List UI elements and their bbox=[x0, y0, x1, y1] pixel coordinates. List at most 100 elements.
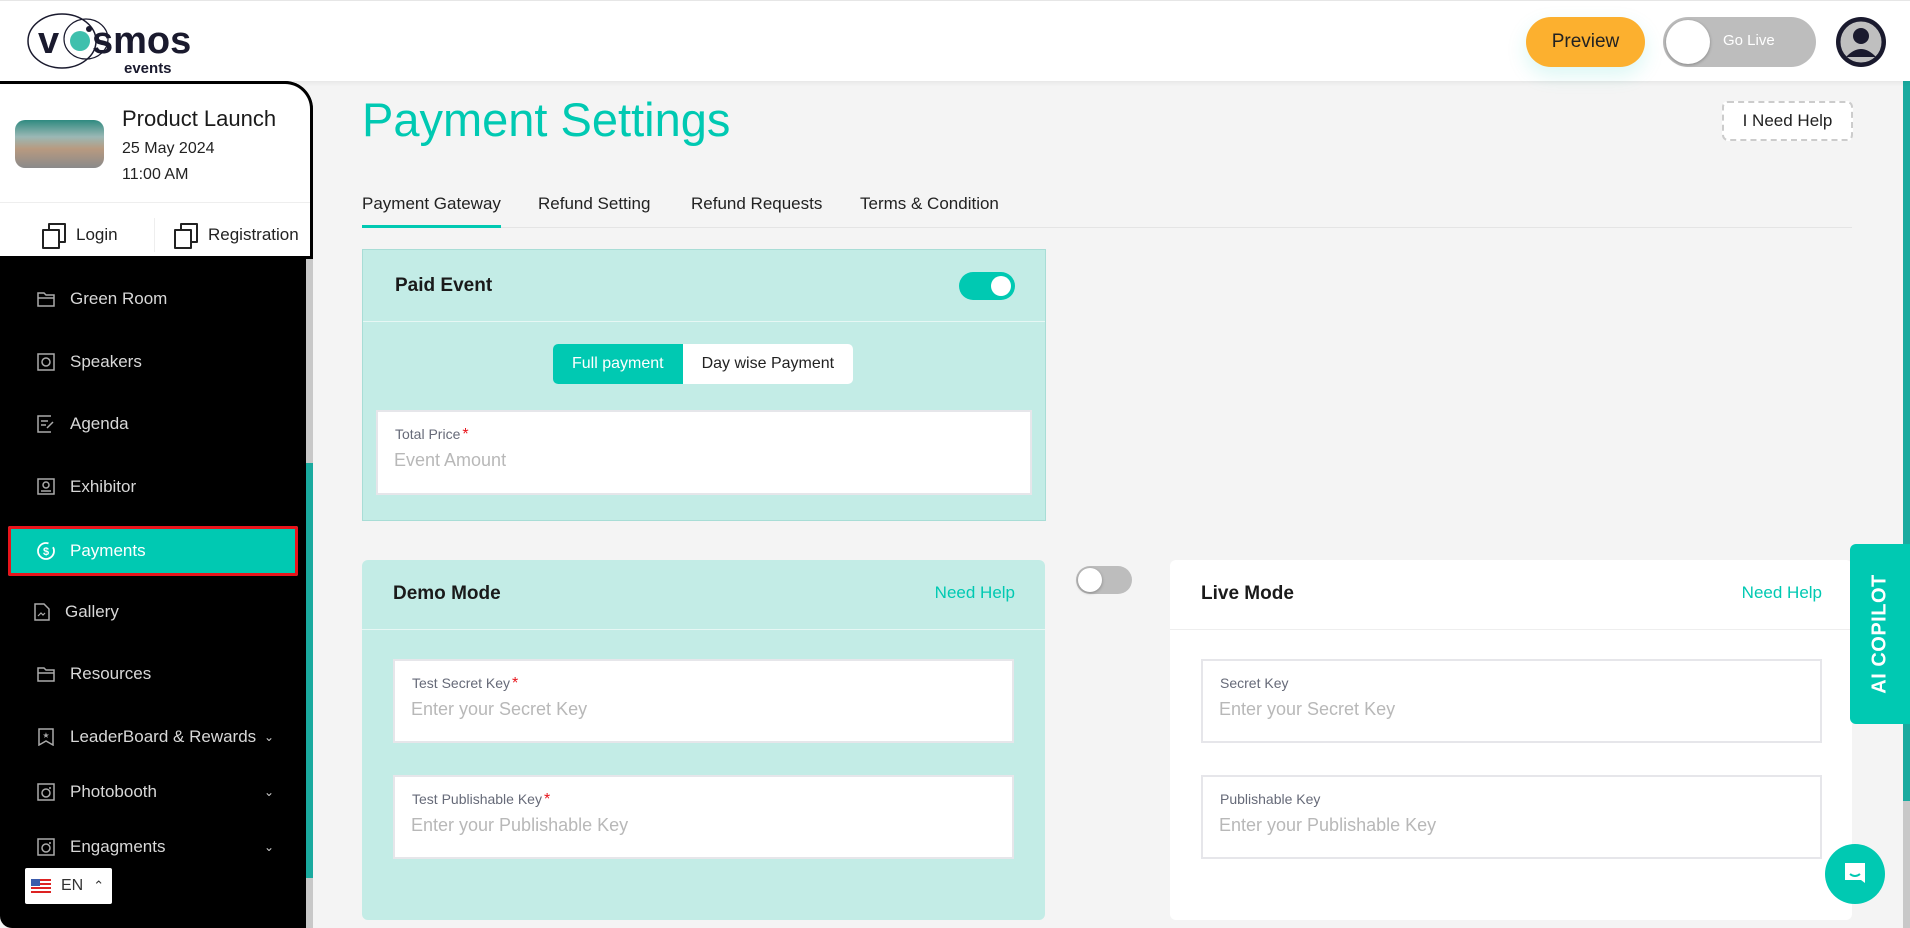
chat-launcher-button[interactable] bbox=[1825, 844, 1885, 904]
field-label: Test Secret Key * bbox=[412, 675, 519, 692]
user-avatar[interactable] bbox=[1836, 17, 1886, 67]
paid-event-title: Paid Event bbox=[395, 275, 493, 296]
sidebar-item-exhibitor[interactable]: Exhibitor bbox=[8, 464, 298, 510]
go-live-label: Go Live bbox=[1723, 32, 1775, 49]
chevron-down-icon[interactable]: ⌄ bbox=[264, 785, 274, 799]
i-need-help-button[interactable]: I Need Help bbox=[1722, 101, 1853, 141]
full-payment-button[interactable]: Full payment bbox=[553, 344, 683, 384]
chevron-up-icon: ⌃ bbox=[93, 878, 105, 893]
toggle-knob bbox=[1078, 568, 1102, 592]
language-selector[interactable]: EN ⌃ bbox=[25, 868, 112, 904]
sidebar-item-resources[interactable]: Resources bbox=[8, 651, 298, 697]
chat-icon bbox=[1845, 863, 1865, 883]
secret-key-field: Secret Key bbox=[1201, 659, 1822, 743]
go-live-toggle[interactable]: Go Live bbox=[1663, 17, 1816, 67]
test-secret-key-input[interactable] bbox=[411, 699, 967, 720]
sidebar-item-leaderboard[interactable]: ★ LeaderBoard & Rewards ⌄ bbox=[8, 714, 298, 760]
field-label: Secret Key bbox=[1220, 675, 1289, 691]
ai-copilot-label: AI COPILOT bbox=[1868, 574, 1891, 694]
sidebar: Product Launch 25 May 2024 11:00 AM Logi… bbox=[0, 81, 313, 928]
test-publishable-key-input[interactable] bbox=[411, 815, 967, 836]
total-price-input[interactable] bbox=[394, 450, 981, 471]
page-title: Payment Settings bbox=[362, 93, 731, 146]
sidebar-item-label: Green Room bbox=[70, 289, 168, 308]
copy-icon bbox=[42, 223, 66, 249]
registration-label: Registration bbox=[208, 225, 299, 244]
tab-refund-setting[interactable]: Refund Setting bbox=[538, 194, 650, 228]
camera-icon bbox=[36, 782, 56, 802]
user-icon bbox=[1837, 18, 1885, 66]
vosmos-logo[interactable]: v smos events bbox=[24, 9, 220, 77]
sidebar-item-label: Engagments bbox=[70, 837, 166, 856]
login-label: Login bbox=[76, 225, 118, 244]
svg-text:v: v bbox=[38, 20, 59, 62]
event-title: Product Launch bbox=[122, 106, 277, 131]
paid-event-card: Paid Event Full payment Day wise Payment… bbox=[362, 249, 1046, 521]
total-price-field: Total Price * bbox=[376, 410, 1032, 495]
tab-terms-condition[interactable]: Terms & Condition bbox=[860, 194, 999, 228]
sidebar-item-payments[interactable]: $ Payments bbox=[8, 526, 298, 576]
sidebar-item-green-room[interactable]: Green Room bbox=[8, 276, 298, 322]
sidebar-item-engagments[interactable]: Engagments ⌄ bbox=[8, 824, 298, 870]
sidebar-item-speakers[interactable]: Speakers bbox=[8, 339, 298, 385]
ai-copilot-tab[interactable]: AI COPILOT bbox=[1850, 544, 1910, 724]
language-label: EN bbox=[61, 877, 84, 894]
paid-event-toggle[interactable] bbox=[959, 272, 1015, 300]
agenda-icon bbox=[36, 414, 56, 434]
toggle-knob bbox=[991, 276, 1011, 296]
sidebar-item-label: Exhibitor bbox=[70, 477, 137, 496]
gallery-icon bbox=[32, 602, 52, 622]
chevron-down-icon[interactable]: ⌄ bbox=[264, 730, 274, 744]
payments-icon: $ bbox=[36, 541, 56, 561]
demo-live-mode-toggle[interactable] bbox=[1076, 566, 1132, 594]
folder-icon bbox=[36, 289, 56, 309]
live-mode-card: Live Mode Need Help Secret Key Publishab… bbox=[1170, 560, 1852, 920]
copy-icon bbox=[174, 223, 198, 249]
sidebar-item-label: Resources bbox=[70, 664, 152, 683]
camera-icon bbox=[36, 837, 56, 857]
bookmark-star-icon: ★ bbox=[36, 727, 56, 747]
live-need-help-link[interactable]: Need Help bbox=[1742, 583, 1822, 603]
chevron-down-icon[interactable]: ⌄ bbox=[264, 840, 274, 854]
divider bbox=[0, 202, 310, 203]
sidebar-scrollbar-thumb[interactable] bbox=[306, 463, 313, 878]
demo-mode-title: Demo Mode bbox=[393, 583, 501, 604]
login-link[interactable]: Login bbox=[42, 220, 118, 250]
preview-button[interactable]: Preview bbox=[1526, 17, 1645, 67]
divider bbox=[1170, 629, 1852, 630]
registration-link[interactable]: Registration bbox=[174, 220, 299, 250]
sidebar-item-label: Photobooth bbox=[70, 782, 157, 801]
sidebar-item-gallery[interactable]: Gallery bbox=[8, 589, 298, 635]
demo-need-help-link[interactable]: Need Help bbox=[935, 583, 1015, 603]
event-thumbnail bbox=[15, 120, 104, 168]
divider bbox=[363, 321, 1045, 322]
divider bbox=[362, 629, 1045, 630]
publishable-key-input[interactable] bbox=[1219, 815, 1775, 836]
svg-text:events: events bbox=[124, 60, 172, 77]
live-mode-title: Live Mode bbox=[1201, 583, 1294, 604]
test-publishable-key-field: Test Publishable Key * bbox=[393, 775, 1014, 859]
sidebar-item-label: Gallery bbox=[65, 602, 119, 621]
sidebar-item-label: LeaderBoard & Rewards bbox=[70, 727, 257, 746]
day-wise-payment-button[interactable]: Day wise Payment bbox=[683, 344, 854, 384]
test-secret-key-field: Test Secret Key * bbox=[393, 659, 1014, 743]
payment-type-selector: Full payment Day wise Payment bbox=[553, 344, 854, 384]
secret-key-input[interactable] bbox=[1219, 699, 1775, 720]
sidebar-item-agenda[interactable]: Agenda bbox=[8, 401, 298, 447]
svg-text:smos: smos bbox=[92, 20, 191, 62]
event-card: Product Launch 25 May 2024 11:00 AM Logi… bbox=[0, 81, 313, 259]
field-label: Total Price * bbox=[395, 426, 469, 443]
sidebar-item-label: Payments bbox=[70, 541, 146, 560]
divider bbox=[154, 218, 155, 252]
event-date: 25 May 2024 bbox=[122, 140, 215, 157]
top-header: v smos events Preview Go Live bbox=[0, 0, 1910, 81]
publishable-key-field: Publishable Key bbox=[1201, 775, 1822, 859]
tab-refund-requests[interactable]: Refund Requests bbox=[691, 194, 822, 228]
toggle-knob bbox=[1666, 20, 1710, 64]
field-label: Publishable Key bbox=[1220, 791, 1321, 807]
speaker-icon bbox=[36, 352, 56, 372]
sidebar-item-photobooth[interactable]: Photobooth ⌄ bbox=[8, 769, 298, 815]
tab-payment-gateway[interactable]: Payment Gateway bbox=[362, 194, 501, 228]
folder-icon bbox=[36, 664, 56, 684]
exhibitor-icon bbox=[36, 477, 56, 497]
